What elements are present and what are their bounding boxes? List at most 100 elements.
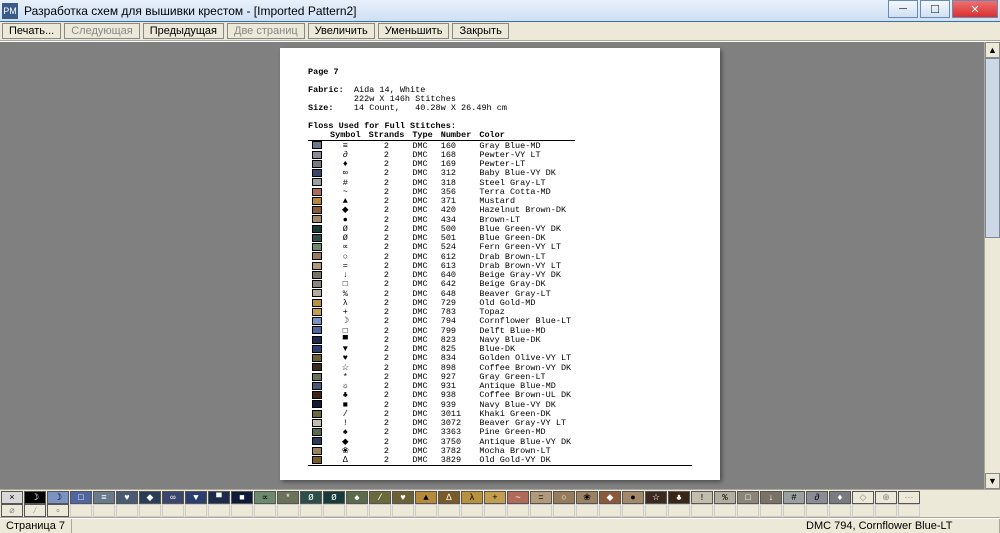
palette-swatch (254, 504, 276, 517)
palette-swatch[interactable]: * (277, 491, 299, 504)
palette-swatch (70, 504, 92, 517)
preview-workspace: Page 7 Fabric: Aida 14, White 222w X 146… (0, 41, 1000, 489)
palette-swatch (599, 504, 621, 517)
palette-swatch[interactable]: ◆ (139, 491, 161, 504)
print-preview-toolbar: Печать... Следующая Предыдущая Две стран… (0, 22, 1000, 41)
palette-swatch[interactable]: ∘ (47, 504, 69, 517)
status-color: DMC 794, Cornflower Blue-LT (800, 519, 1000, 533)
palette-swatch (714, 504, 736, 517)
scroll-down-icon[interactable]: ▼ (985, 473, 1000, 489)
palette-swatch[interactable]: ↓ (760, 491, 782, 504)
palette-swatch[interactable]: □ (737, 491, 759, 504)
palette-swatch[interactable]: ○ (553, 491, 575, 504)
palette-swatch[interactable]: ∝ (254, 491, 276, 504)
palette-swatch (668, 504, 690, 517)
print-button[interactable]: Печать... (2, 23, 61, 39)
palette-swatch[interactable]: ♠ (346, 491, 368, 504)
palette-swatch[interactable]: λ (461, 491, 483, 504)
page-number: Page 7 (308, 68, 692, 77)
palette-swatch (783, 504, 805, 517)
palette-swatch (346, 504, 368, 517)
palette-swatch[interactable]: Ø (300, 491, 322, 504)
palette-swatch[interactable]: ⌀ (1, 504, 23, 517)
palette-swatch (852, 504, 874, 517)
page-preview: Page 7 Fabric: Aida 14, White 222w X 146… (280, 48, 720, 480)
palette-swatch[interactable]: ◆ (599, 491, 621, 504)
palette-swatch (300, 504, 322, 517)
palette-swatch[interactable]: ⋯ (898, 491, 920, 504)
statusbar: Страница 7 DMC 794, Cornflower Blue-LT (0, 518, 1000, 533)
palette-swatch (507, 504, 529, 517)
palette-swatch[interactable]: % (714, 491, 736, 504)
maximize-button[interactable]: ☐ (920, 0, 950, 18)
palette-swatch[interactable]: ♣ (668, 491, 690, 504)
palette-swatch[interactable]: ■ (231, 491, 253, 504)
palette-swatch (622, 504, 644, 517)
zoom-in-button[interactable]: Увеличить (308, 23, 375, 39)
close-preview-button[interactable]: Закрыть (452, 23, 508, 39)
floss-header: Floss Used for Full Stitches: (308, 122, 692, 131)
palette-swatch (139, 504, 161, 517)
palette-swatch (277, 504, 299, 517)
palette-swatch (162, 504, 184, 517)
table-row: ∆2DMC3829Old Gold-VY DK (308, 456, 575, 465)
palette-swatch (438, 504, 460, 517)
window-title: Разработка схем для вышивки крестом - [I… (24, 4, 998, 18)
next-page-button: Следующая (64, 23, 140, 39)
palette-swatch (645, 504, 667, 517)
palette-swatch[interactable]: # (783, 491, 805, 504)
palette-swatch (185, 504, 207, 517)
palette-swatch[interactable]: ● (622, 491, 644, 504)
scroll-up-icon[interactable]: ▲ (985, 42, 1000, 58)
palette-swatch[interactable]: ☆ (645, 491, 667, 504)
palette-swatch (461, 504, 483, 517)
palette-swatch (875, 504, 897, 517)
palette-swatch[interactable]: × (1, 491, 23, 504)
close-button[interactable]: ✕ (952, 0, 998, 18)
palette-swatch (576, 504, 598, 517)
palette-swatch (806, 504, 828, 517)
palette-swatch[interactable]: ♥ (116, 491, 138, 504)
palette-swatch[interactable]: ☽ (24, 491, 46, 504)
palette-swatch[interactable]: ∞ (162, 491, 184, 504)
palette-swatch[interactable]: + (484, 491, 506, 504)
palette-swatch (208, 504, 230, 517)
palette-swatch (415, 504, 437, 517)
palette-swatch (760, 504, 782, 517)
minimize-button[interactable]: ─ (888, 0, 918, 18)
palette-swatch[interactable]: ▼ (185, 491, 207, 504)
palette-swatch[interactable]: ◇ (852, 491, 874, 504)
palette-swatch (231, 504, 253, 517)
palette-swatch (392, 504, 414, 517)
palette-swatch[interactable]: ▲ (415, 491, 437, 504)
palette-swatch (553, 504, 575, 517)
palette-swatch[interactable]: = (530, 491, 552, 504)
floss-table: Symbol Strands Type Number Color ≡2DMC16… (308, 130, 575, 465)
palette-swatch (484, 504, 506, 517)
palette-swatch[interactable]: ⁄ (24, 504, 46, 517)
prev-page-button[interactable]: Предыдущая (143, 23, 224, 39)
color-palette: ×⌀☽⁄☽∘□≡♥◆∞▼▀■∝*ØØ♠/♥▲∆λ+~=○❀◆●☆♣!%□↓#∂♦… (0, 489, 1000, 518)
palette-swatch (323, 504, 345, 517)
palette-swatch[interactable]: ∂ (806, 491, 828, 504)
palette-swatch (737, 504, 759, 517)
palette-swatch (116, 504, 138, 517)
palette-swatch[interactable]: Ø (323, 491, 345, 504)
palette-swatch[interactable]: ❀ (576, 491, 598, 504)
zoom-out-button[interactable]: Уменьшить (378, 23, 450, 39)
palette-swatch[interactable]: / (369, 491, 391, 504)
palette-swatch[interactable]: □ (70, 491, 92, 504)
palette-swatch[interactable]: ~ (507, 491, 529, 504)
palette-swatch[interactable]: ⊕ (875, 491, 897, 504)
palette-swatch (93, 504, 115, 517)
palette-swatch[interactable]: ▀ (208, 491, 230, 504)
palette-swatch[interactable]: ≡ (93, 491, 115, 504)
status-page: Страница 7 (0, 519, 72, 533)
palette-swatch[interactable]: ☽ (47, 491, 69, 504)
palette-swatch[interactable]: ♥ (392, 491, 414, 504)
palette-swatch[interactable]: ♦ (829, 491, 851, 504)
palette-swatch (369, 504, 391, 517)
app-icon: PM (2, 3, 18, 19)
palette-swatch[interactable]: ∆ (438, 491, 460, 504)
palette-swatch[interactable]: ! (691, 491, 713, 504)
